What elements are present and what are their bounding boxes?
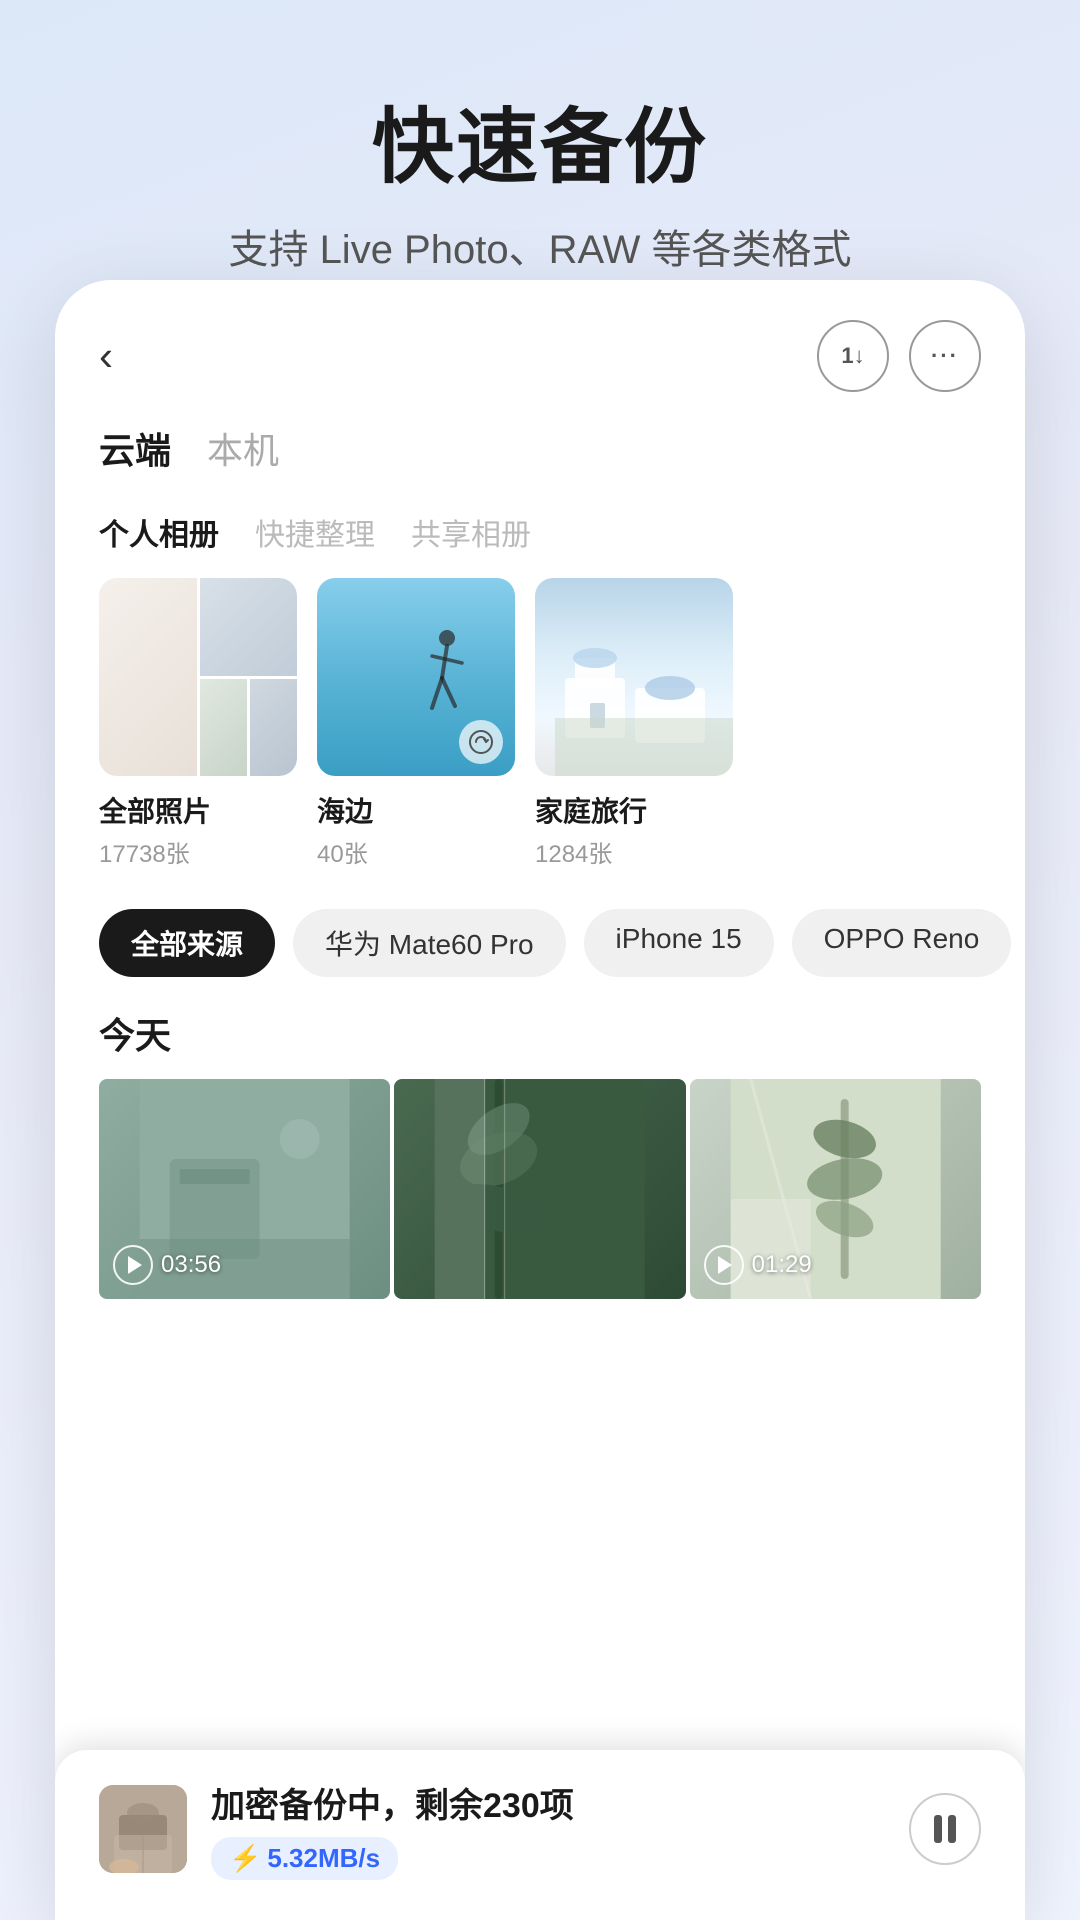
photo-cell-1[interactable]: 03:56 (99, 1079, 390, 1299)
collage-cell-3 (200, 679, 247, 777)
photo-cell-2[interactable] (394, 1079, 685, 1299)
nav-icons: 1↓ ··· (817, 320, 981, 392)
back-button[interactable]: ‹ (99, 332, 159, 380)
photo-grid: 03:56 (55, 1079, 1025, 1299)
sync-svg (468, 729, 494, 755)
tab-cloud[interactable]: 云端 (99, 422, 171, 482)
collage-cell-4 (250, 679, 297, 777)
lightning-icon: ⚡ (229, 1843, 261, 1874)
sort-button[interactable]: 1↓ (817, 320, 889, 392)
album-count-travel: 1284张 (535, 834, 733, 869)
album-grid: 全部照片 17738张 (55, 568, 1025, 889)
album-label-travel: 家庭旅行 (535, 790, 733, 830)
video-badge-1: 03:56 (113, 1245, 221, 1285)
album-thumb-all (99, 578, 297, 776)
sort-icon: 1↓ (841, 343, 864, 369)
subtab-shared-album[interactable]: 共享相册 (411, 510, 531, 554)
album-item-travel[interactable]: 家庭旅行 1284张 (535, 578, 733, 869)
filter-huawei[interactable]: 华为 Mate60 Pro (293, 909, 566, 977)
backup-speed-text: 5.32MB/s (267, 1843, 380, 1874)
page-subtitle: 支持 Live Photo、RAW 等各类格式 (0, 217, 1080, 275)
photo-cell-3[interactable]: 01:29 (690, 1079, 981, 1299)
phone-card: ‹ 1↓ ··· 云端 本机 个人相册 快捷整理 共享相册 (55, 280, 1025, 1920)
album-thumb-sea (317, 578, 515, 776)
top-nav: ‹ 1↓ ··· (55, 280, 1025, 412)
video-duration-1: 03:56 (161, 1251, 221, 1279)
pause-icon (934, 1815, 956, 1843)
photo-svg-2 (394, 1079, 685, 1299)
album-label-all: 全部照片 (99, 790, 297, 830)
collage-cell-row (200, 679, 298, 777)
backup-title: 加密备份中，剩余230项 (211, 1778, 885, 1827)
pause-bar-left (934, 1815, 942, 1843)
subtab-quick-organize[interactable]: 快捷整理 (255, 510, 375, 554)
collage-cell-2 (200, 578, 298, 676)
source-filter: 全部来源 华为 Mate60 Pro iPhone 15 OPPO Reno (55, 889, 1025, 997)
album-thumb-travel (535, 578, 733, 776)
sync-icon (459, 720, 503, 764)
filter-iphone[interactable]: iPhone 15 (584, 909, 774, 977)
pause-button[interactable] (909, 1793, 981, 1865)
play-button-3[interactable] (704, 1245, 744, 1285)
main-tabs: 云端 本机 (55, 412, 1025, 482)
photo-bg-2 (394, 1079, 685, 1299)
album-item-sea[interactable]: 海边 40张 (317, 578, 515, 869)
today-section-title: 今天 (55, 997, 1025, 1079)
play-button-1[interactable] (113, 1245, 153, 1285)
travel-scene-svg (535, 578, 733, 776)
more-button[interactable]: ··· (909, 320, 981, 392)
album-count-sea: 40张 (317, 834, 515, 869)
filter-all[interactable]: 全部来源 (99, 909, 275, 977)
pause-bar-right (948, 1815, 956, 1843)
video-duration-3: 01:29 (752, 1251, 812, 1279)
backup-thumbnail (99, 1785, 187, 1873)
page-header: 快速备份 支持 Live Photo、RAW 等各类格式 (0, 0, 1080, 315)
album-item-all[interactable]: 全部照片 17738张 (99, 578, 297, 869)
filter-oppo[interactable]: OPPO Reno (792, 909, 1012, 977)
album-count-all: 17738张 (99, 834, 297, 869)
more-icon: ··· (931, 343, 959, 369)
album-label-sea: 海边 (317, 790, 515, 830)
video-badge-3: 01:29 (704, 1245, 812, 1285)
collage-cell-1 (99, 578, 197, 776)
subtab-personal-album[interactable]: 个人相册 (99, 510, 219, 554)
backup-thumb-svg (99, 1785, 187, 1873)
backup-speed-badge: ⚡ 5.32MB/s (211, 1837, 398, 1880)
tab-local[interactable]: 本机 (207, 422, 279, 482)
sub-tabs: 个人相册 快捷整理 共享相册 (55, 482, 1025, 568)
backup-bar: 加密备份中，剩余230项 ⚡ 5.32MB/s (55, 1750, 1025, 1920)
page-title: 快速备份 (0, 80, 1080, 199)
backup-info: 加密备份中，剩余230项 ⚡ 5.32MB/s (211, 1778, 885, 1880)
